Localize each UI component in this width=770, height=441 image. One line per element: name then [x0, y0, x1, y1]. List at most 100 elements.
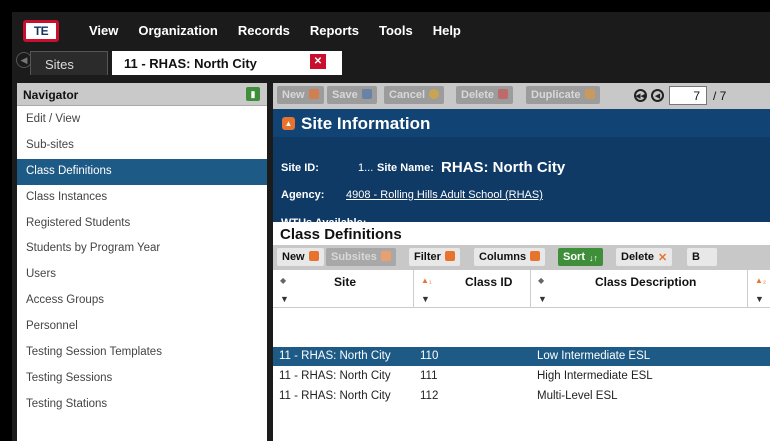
- tab-bar: ◀ Sites 11 - RHAS: North City ✕: [12, 49, 770, 75]
- save-button[interactable]: Save: [327, 86, 377, 104]
- nav-item-testing-session-templates[interactable]: Testing Session Templates: [17, 340, 267, 366]
- new-button-label: New: [282, 89, 305, 101]
- agency-link[interactable]: 4908 - Rolling Hills Adult School (RHAS): [346, 189, 543, 201]
- save-button-label: Save: [332, 89, 358, 101]
- record-total: / 7: [713, 89, 727, 103]
- nav-item-users[interactable]: Users: [17, 262, 267, 288]
- cell-site: 11 - RHAS: North City: [279, 350, 391, 362]
- sort-icon: ↓↑: [589, 253, 598, 263]
- column-header-class-id[interactable]: ▲₁ Class ID ▼: [414, 270, 531, 308]
- menu-bar: TE View Organization Records Reports Too…: [12, 12, 770, 49]
- cancel-icon: [429, 89, 440, 99]
- delete-icon: ✕: [658, 252, 668, 264]
- filter-button[interactable]: Filter: [409, 248, 460, 266]
- navigator-header: Navigator ▮: [17, 83, 267, 106]
- nav-item-personnel[interactable]: Personnel: [17, 314, 267, 340]
- subsites-icon: [380, 251, 391, 261]
- column-header-next[interactable]: ▲₂ ▼: [748, 270, 770, 308]
- cell-class-id: 110: [420, 350, 439, 362]
- nav-item-registered-students[interactable]: Registered Students: [17, 211, 267, 237]
- filter-icon[interactable]: ▼: [755, 294, 764, 304]
- column-label-site: Site: [334, 275, 357, 289]
- close-tab-icon[interactable]: ✕: [310, 54, 326, 69]
- class-new-button[interactable]: New: [277, 248, 324, 266]
- nav-item-students-by-program-year[interactable]: Students by Program Year: [17, 236, 267, 262]
- column-header-site[interactable]: ◆ Site ▼: [273, 270, 414, 308]
- site-name-label: Site Name:: [377, 162, 434, 174]
- first-record-icon[interactable]: ◀◀: [634, 89, 647, 102]
- grid-header: ◆ Site ▼ ▲₁ Class ID ▼ ◆ Class Descripti…: [273, 270, 770, 308]
- nav-item-class-definitions[interactable]: Class Definitions: [17, 158, 267, 185]
- delete-rows-button[interactable]: Delete ✕: [616, 248, 673, 266]
- table-row[interactable]: 11 - RHAS: North City 112 Multi-Level ES…: [273, 387, 770, 406]
- app-window: TE View Organization Records Reports Too…: [12, 12, 770, 441]
- cell-class-id: 112: [420, 390, 439, 402]
- menu-view[interactable]: View: [89, 23, 118, 38]
- delete-icon: [498, 89, 509, 99]
- sort-button-label: Sort: [563, 251, 585, 263]
- duplicate-button-label: Duplicate: [531, 89, 581, 101]
- class-new-button-label: New: [282, 251, 305, 263]
- delete-button[interactable]: Delete: [456, 86, 514, 104]
- table-row[interactable]: 11 - RHAS: North City 110 Low Intermedia…: [273, 347, 770, 366]
- record-number-input[interactable]: 7: [669, 86, 707, 105]
- columns-button[interactable]: Columns: [474, 248, 546, 266]
- tab-site-record[interactable]: 11 - RHAS: North City: [112, 51, 342, 75]
- cancel-button-label: Cancel: [389, 89, 426, 101]
- nav-item-class-instances[interactable]: Class Instances: [17, 185, 267, 211]
- cell-class-description: Multi-Level ESL: [537, 390, 618, 402]
- new-icon: [308, 89, 319, 99]
- nav-item-testing-sessions[interactable]: Testing Sessions: [17, 366, 267, 392]
- navigator-panel: Navigator ▮ Edit / View Sub-sites Class …: [17, 83, 267, 441]
- tab-sites[interactable]: Sites: [30, 51, 108, 75]
- previous-record-icon[interactable]: ◀: [651, 89, 664, 102]
- sort-ascending-icon: ▲₁: [421, 276, 432, 285]
- filter-icon[interactable]: ▼: [421, 294, 430, 304]
- sort-indicator-icon: ◆: [538, 276, 545, 285]
- delete-rows-button-label: Delete: [621, 251, 655, 263]
- navigator-title: Navigator: [23, 88, 79, 102]
- agency-label: Agency:: [281, 189, 325, 201]
- sort-button[interactable]: Sort ↓↑: [558, 248, 603, 266]
- cell-class-description: High Intermediate ESL: [537, 370, 653, 382]
- menu-tools[interactable]: Tools: [379, 23, 413, 38]
- new-button[interactable]: New: [277, 86, 324, 104]
- filter-icon: [444, 251, 455, 261]
- main-panel: New Save Cancel Delete Duplicate ◀◀ ◀ 7 …: [273, 83, 770, 441]
- cell-class-description: Low Intermediate ESL: [537, 350, 651, 362]
- sort-indicator-icon: ◆: [280, 276, 287, 285]
- menu-organization[interactable]: Organization: [138, 23, 217, 38]
- nav-item-sub-sites[interactable]: Sub-sites: [17, 133, 267, 159]
- cell-site: 11 - RHAS: North City: [279, 370, 391, 382]
- save-icon: [361, 89, 372, 99]
- column-label-class-id: Class ID: [465, 275, 513, 289]
- menu-help[interactable]: Help: [433, 23, 461, 38]
- cell-class-id: 111: [420, 370, 438, 382]
- column-label-class-description: Class Description: [595, 275, 697, 289]
- filter-icon[interactable]: ▼: [280, 294, 289, 304]
- menu-records[interactable]: Records: [238, 23, 290, 38]
- columns-icon: [530, 251, 541, 261]
- more-button[interactable]: B: [687, 248, 717, 266]
- duplicate-button[interactable]: Duplicate: [526, 86, 600, 104]
- nav-item-edit-view[interactable]: Edit / View: [17, 107, 267, 133]
- sort-indicator-icon: ▲₂: [755, 276, 767, 285]
- menu-reports[interactable]: Reports: [310, 23, 359, 38]
- subsites-button[interactable]: Subsites: [326, 248, 396, 266]
- new-icon: [308, 251, 319, 261]
- site-name-value: RHAS: North City: [441, 159, 566, 176]
- pin-icon[interactable]: ▮: [246, 87, 260, 101]
- nav-item-testing-stations[interactable]: Testing Stations: [17, 392, 267, 418]
- nav-item-access-groups[interactable]: Access Groups: [17, 288, 267, 314]
- cell-site: 11 - RHAS: North City: [279, 390, 391, 402]
- lock-icon: ▲: [282, 117, 295, 130]
- column-header-class-description[interactable]: ◆ Class Description ▼: [531, 270, 748, 308]
- record-toolbar: New Save Cancel Delete Duplicate ◀◀ ◀ 7 …: [273, 83, 770, 109]
- site-id-value: 1...: [358, 162, 374, 174]
- filter-icon[interactable]: ▼: [538, 294, 547, 304]
- subsites-button-label: Subsites: [331, 251, 377, 263]
- table-row[interactable]: 11 - RHAS: North City 111 High Intermedi…: [273, 367, 770, 386]
- site-id-label: Site ID:: [281, 162, 319, 174]
- cancel-button[interactable]: Cancel: [384, 86, 445, 104]
- class-definitions-toolbar: New Subsites Filter Columns Sort ↓↑ Delet…: [273, 245, 770, 270]
